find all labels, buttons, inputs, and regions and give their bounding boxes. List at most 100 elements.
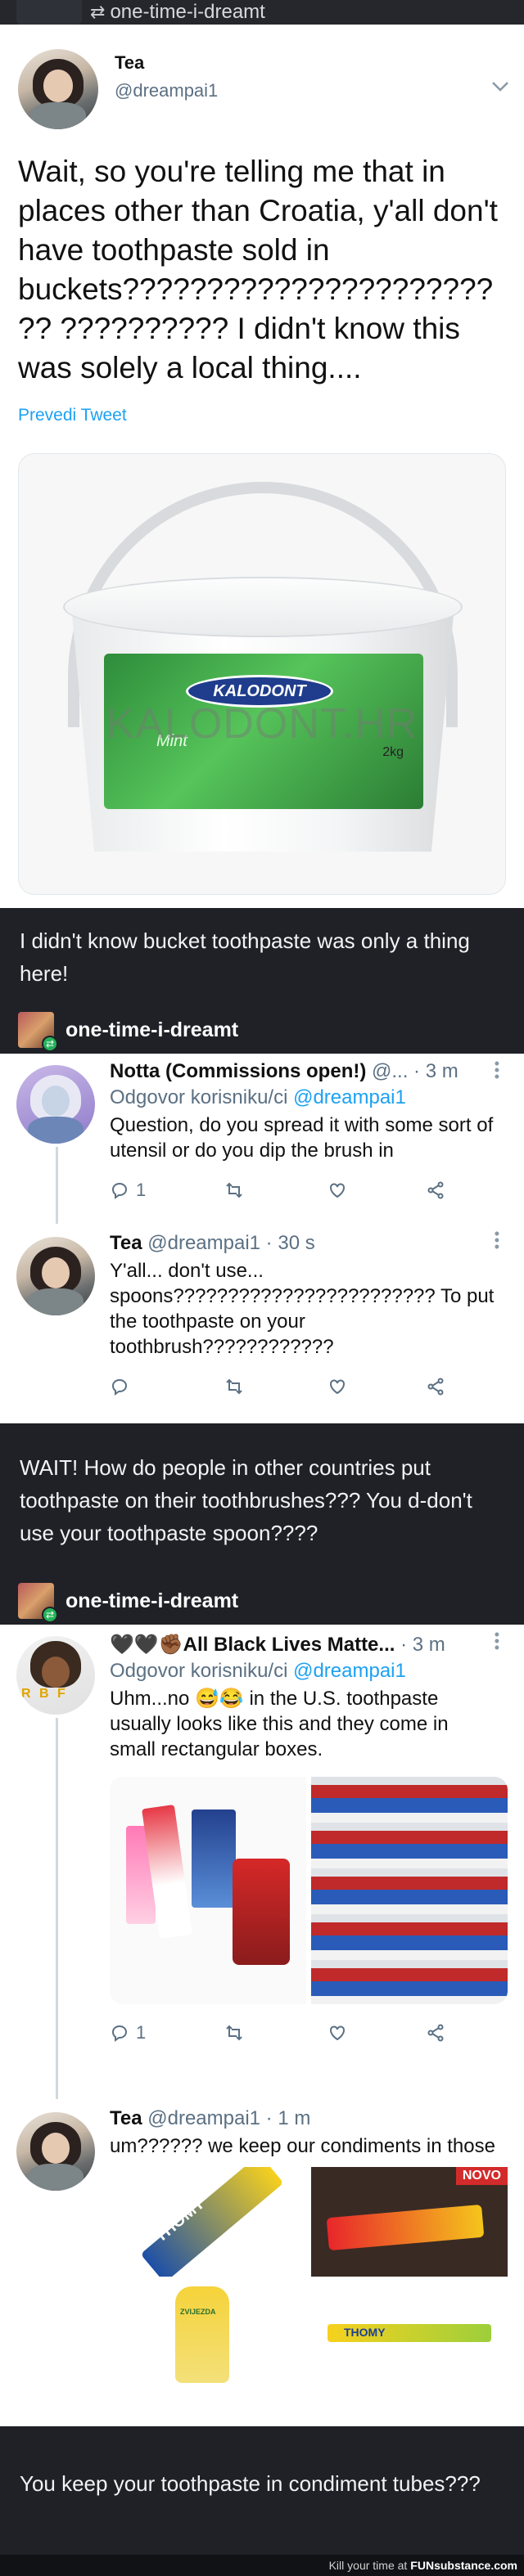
translate-tweet-link[interactable]: Prevedi Tweet xyxy=(18,406,506,425)
heart-icon xyxy=(330,1183,345,1198)
like-button[interactable] xyxy=(328,1180,426,1200)
tweet-image[interactable]: ZVIJEZDA xyxy=(110,2278,306,2388)
tweet-author-name[interactable]: Tea xyxy=(110,1232,142,1254)
like-button[interactable] xyxy=(328,2023,426,2043)
bucket-lid xyxy=(63,577,463,637)
tweet-handle-time[interactable]: @dreampai1 · 30 s xyxy=(147,1232,314,1254)
like-button[interactable] xyxy=(328,1377,426,1396)
post-caption: You keep your toothpaste in condiment tu… xyxy=(0,2426,524,2541)
reblog-header: ⇄ one-time-i-dreamt xyxy=(0,1006,524,1054)
retweet-icon xyxy=(226,1182,242,1198)
tweet-actions xyxy=(110,1374,499,1399)
tweet-image[interactable] xyxy=(311,1777,508,2004)
caption-text: You keep your toothpaste in condiment tu… xyxy=(20,2471,481,2496)
reblog-header-top: ⇄ one-time-i-dreamt xyxy=(0,0,524,25)
post-caption: I didn't know bucket toothpaste was only… xyxy=(0,908,524,1006)
tweet-image[interactable]: THOMY xyxy=(311,2278,508,2388)
tweet-author-name[interactable]: Notta (Commissions open!) xyxy=(110,1060,366,1082)
retweet-button[interactable] xyxy=(224,2023,328,2043)
product-label: NOVO xyxy=(455,2167,508,2185)
retweet-icon xyxy=(226,2025,242,2041)
share-button[interactable] xyxy=(426,1180,445,1200)
tweet-handle-time[interactable]: @dreampai1 · 1 m xyxy=(147,2107,310,2129)
tweet-main: Tea @dreampai1 Wait, so you're telling m… xyxy=(0,25,524,908)
page: ⇄ one-time-i-dreamt Tea @dreampai1 Wait,… xyxy=(0,0,524,2576)
footer-brand-link[interactable]: FUNsubstance.com xyxy=(410,2559,517,2572)
reply-icon xyxy=(111,1182,128,1199)
share-icon xyxy=(427,1181,444,1199)
reply-button[interactable]: 1 xyxy=(110,1180,224,1201)
product-label: ZVIJEZDA xyxy=(180,2308,216,2316)
avatar[interactable] xyxy=(18,49,98,129)
avatar[interactable] xyxy=(16,1065,95,1144)
reply-to-link[interactable]: @dreampai1 xyxy=(293,1660,406,1682)
reblog-header: ⇄ one-time-i-dreamt xyxy=(0,1577,524,1625)
tweet-author-name[interactable]: Tea xyxy=(110,2107,142,2129)
reblog-badge-icon: ⇄ xyxy=(42,1607,58,1623)
avatar[interactable] xyxy=(16,0,82,25)
reblog-username[interactable]: one-time-i-dreamt xyxy=(66,1589,238,1613)
tweet-handle-time[interactable]: @... · 3 m xyxy=(372,1060,458,1082)
tweet-image[interactable]: KALODONT Mint 2kg KALODONT.HR xyxy=(18,453,506,895)
caption-text: I didn't know bucket toothpaste was only… xyxy=(20,928,470,986)
tweet-text: um?????? we keep our condiments in those xyxy=(110,2135,495,2157)
avatar[interactable] xyxy=(16,1237,95,1315)
more-icon[interactable]: • • • xyxy=(495,1627,499,1655)
reply-to-link[interactable]: @dreampai1 xyxy=(293,1086,406,1108)
tweet-reply: Tea @dreampai1 · 1 m um?????? we keep ou… xyxy=(0,2099,524,2426)
image-watermark: KALODONT.HR xyxy=(106,700,418,748)
avatar[interactable]: R B F xyxy=(16,1636,95,1715)
chevron-down-icon[interactable] xyxy=(491,79,509,97)
heart-icon xyxy=(330,1379,345,1395)
avatar-letters: R B F xyxy=(21,1687,68,1701)
tweet-actions: 1 xyxy=(110,1178,499,1203)
thread-line xyxy=(56,1147,58,1224)
tweet-author-handle[interactable]: @dreampai1 xyxy=(115,80,218,101)
share-button[interactable] xyxy=(426,1377,445,1396)
retweet-button[interactable] xyxy=(224,1377,328,1396)
avatar[interactable] xyxy=(16,2112,95,2191)
reblog-badge-icon: ⇄ xyxy=(42,1036,58,1052)
tweet-image[interactable]: NOVO xyxy=(311,2167,508,2277)
avatar[interactable]: ⇄ xyxy=(18,1012,58,1052)
share-button[interactable] xyxy=(426,2023,445,2043)
tweet-text: Wait, so you're telling me that in place… xyxy=(18,155,498,384)
avatar[interactable]: ⇄ xyxy=(18,1583,58,1623)
reply-count: 1 xyxy=(136,2022,147,2043)
reblog-icon: ⇄ xyxy=(90,2,106,22)
tweet-text: Y'all... don't use... spoons????????????… xyxy=(110,1260,495,1358)
tweet-handle-time[interactable]: · 3 m xyxy=(400,1634,445,1656)
tweet-author-name[interactable]: 🖤🖤✊🏾All Black Lives Matte... xyxy=(110,1634,395,1656)
tweet-image-grid[interactable]: THOMY NOVO ZVIJEZDA THOMY xyxy=(110,2167,508,2388)
tweet-text: Question, do you spread it with some sor… xyxy=(110,1114,494,1162)
share-icon xyxy=(427,2024,444,2042)
reblog-username[interactable]: one-time-i-dreamt xyxy=(66,1018,238,1042)
retweet-button[interactable] xyxy=(224,1180,328,1200)
tweet-text: Uhm...no 😅😂 in the U.S. toothpaste usual… xyxy=(110,1688,449,1760)
tweet-actions: 1 xyxy=(110,2021,499,2045)
tweet-image[interactable]: THOMY xyxy=(110,2167,306,2277)
more-icon[interactable]: • • • xyxy=(495,1056,499,1084)
site-footer: Kill your time at FUNsubstance.com xyxy=(0,2555,524,2576)
reply-button[interactable]: 1 xyxy=(110,2022,224,2043)
tweet-author-name[interactable]: Tea xyxy=(115,52,218,74)
share-icon xyxy=(427,1378,444,1396)
tweet-reply: R B F • • • 🖤🖤✊🏾All Black Lives Matte... ·… xyxy=(0,1625,524,2099)
more-icon[interactable]: • • • xyxy=(495,1226,499,1254)
tweet-reply: • • • Tea @dreampai1 · 30 s Y'all... don't… xyxy=(0,1224,524,1423)
tweet-reply: • • • Notta (Commissions open!) @... · 3 m… xyxy=(0,1054,524,1224)
product-label: THOMY xyxy=(344,2326,386,2339)
reply-icon xyxy=(111,2025,128,2042)
heart-icon xyxy=(330,2025,345,2041)
caption-text: WAIT! How do people in other countries p… xyxy=(20,1455,472,1545)
reply-prefix: Odgovor korisniku/ci xyxy=(110,1660,288,1682)
reply-count: 1 xyxy=(136,1180,147,1200)
reply-icon xyxy=(111,1378,128,1396)
post-caption: WAIT! How do people in other countries p… xyxy=(0,1423,524,1577)
reply-prefix: Odgovor korisniku/ci xyxy=(110,1086,288,1108)
thread-line xyxy=(56,1718,58,2099)
reply-button[interactable] xyxy=(110,1377,224,1396)
tweet-image[interactable] xyxy=(110,1777,306,2004)
tweet-image-grid[interactable] xyxy=(110,1777,508,2004)
reblog-username[interactable]: one-time-i-dreamt xyxy=(110,1,264,24)
